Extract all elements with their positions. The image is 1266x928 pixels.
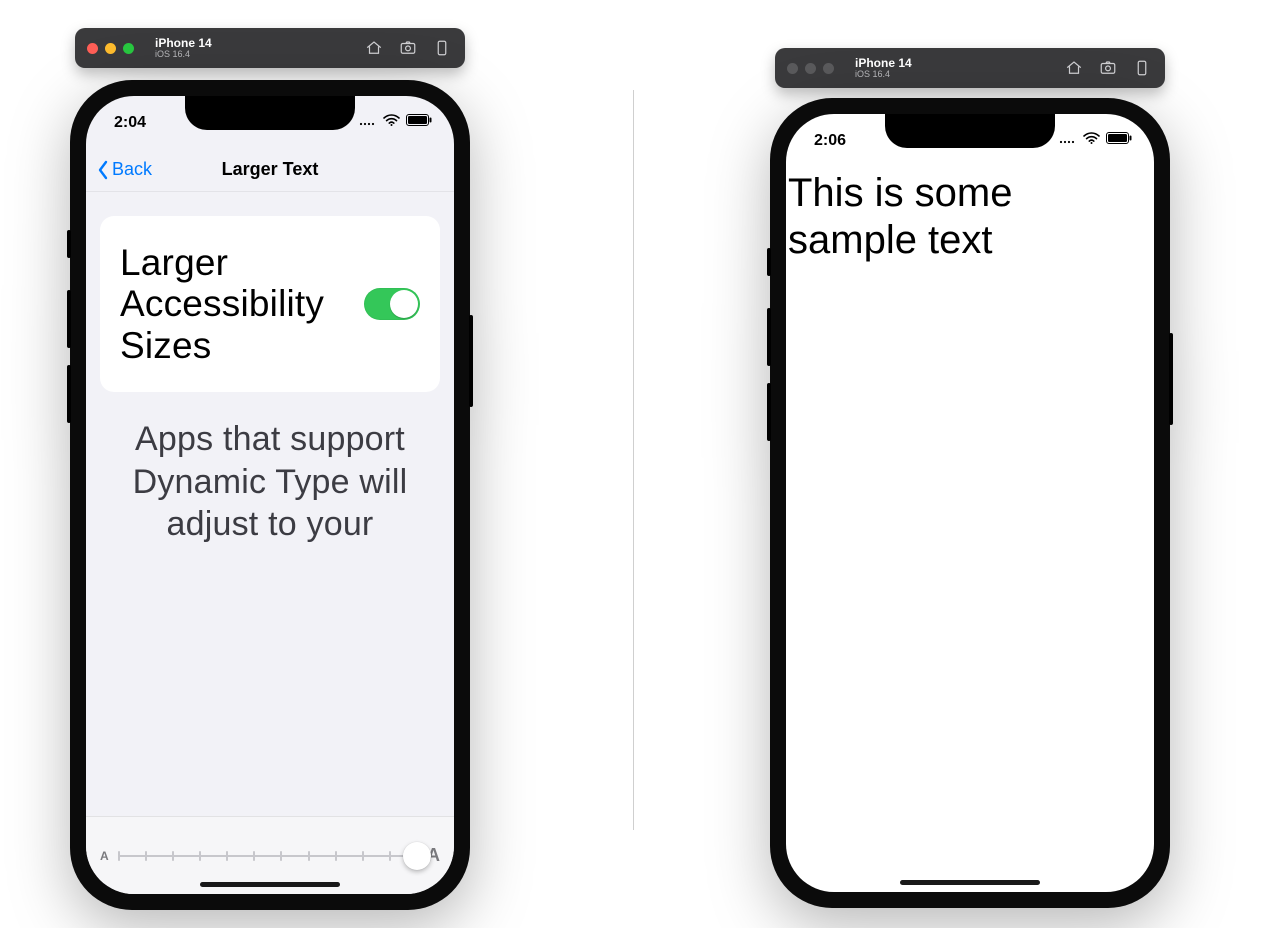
nav-bar: Back Larger Text xyxy=(86,148,454,192)
rotate-icon[interactable] xyxy=(433,39,451,57)
simulator-os-version: iOS 16.4 xyxy=(855,70,912,79)
slider-tick xyxy=(118,851,120,861)
volume-up-button xyxy=(767,308,771,366)
slider-tick xyxy=(362,851,364,861)
wifi-icon xyxy=(383,114,400,126)
status-time: 2:06 xyxy=(814,132,846,150)
cellular-icon xyxy=(1059,132,1077,144)
iphone-simulator-right: 2:06 This is some sample text xyxy=(770,98,1170,908)
traffic-max-icon[interactable] xyxy=(823,63,834,74)
larger-sizes-label: Larger Accessi­bility Sizes xyxy=(120,242,340,366)
settings-content[interactable]: Larger Accessi­bility Sizes Apps that su… xyxy=(86,192,454,816)
battery-icon xyxy=(1106,132,1132,144)
home-icon[interactable] xyxy=(1065,59,1083,77)
traffic-close-icon[interactable] xyxy=(787,63,798,74)
traffic-min-icon[interactable] xyxy=(805,63,816,74)
slider-tick xyxy=(389,851,391,861)
chevron-left-icon xyxy=(96,160,110,180)
mute-switch xyxy=(767,248,771,276)
home-indicator[interactable] xyxy=(900,880,1040,885)
larger-sizes-cell: Larger Accessi­bility Sizes xyxy=(100,216,440,392)
slider-tick xyxy=(280,851,282,861)
side-button xyxy=(469,315,473,407)
notch xyxy=(885,114,1055,148)
slider-tick xyxy=(253,851,255,861)
home-icon[interactable] xyxy=(365,39,383,57)
small-a-icon: A xyxy=(100,849,109,863)
side-button xyxy=(1169,333,1173,425)
slider-tick xyxy=(172,851,174,861)
volume-up-button xyxy=(67,290,71,348)
cellular-icon xyxy=(359,114,377,126)
simulator-device-name: iPhone 14 xyxy=(155,37,212,50)
larger-sizes-toggle[interactable] xyxy=(364,288,420,320)
slider-tick xyxy=(226,851,228,861)
traffic-max-icon[interactable] xyxy=(123,43,134,54)
text-size-slider[interactable] xyxy=(119,842,417,870)
simulator-titlebar-right[interactable]: iPhone 14 iOS 16.4 xyxy=(775,48,1165,88)
slider-tick xyxy=(308,851,310,861)
slider-tick xyxy=(335,851,337,861)
vertical-divider xyxy=(633,90,634,830)
home-indicator[interactable] xyxy=(200,882,340,887)
wifi-icon xyxy=(1083,132,1100,144)
back-label: Back xyxy=(112,159,152,180)
traffic-min-icon[interactable] xyxy=(105,43,116,54)
sample-text-label: This is some sample text xyxy=(786,170,1154,264)
screenshot-icon[interactable] xyxy=(399,39,417,57)
back-button[interactable]: Back xyxy=(86,159,152,180)
slider-tick xyxy=(199,851,201,861)
traffic-close-icon[interactable] xyxy=(87,43,98,54)
mute-switch xyxy=(67,230,71,258)
notch xyxy=(185,96,355,130)
iphone-simulator-left: 2:04 Back Larger Text Larger Accessi­bi xyxy=(70,80,470,910)
dynamic-type-footer: Apps that support Dynamic Type will adju… xyxy=(124,418,416,546)
battery-icon xyxy=(406,114,432,126)
simulator-device-name: iPhone 14 xyxy=(855,57,912,70)
simulator-titlebar-left[interactable]: iPhone 14 iOS 16.4 xyxy=(75,28,465,68)
slider-tick xyxy=(145,851,147,861)
simulator-os-version: iOS 16.4 xyxy=(155,50,212,59)
screenshot-icon[interactable] xyxy=(1099,59,1117,77)
volume-down-button xyxy=(767,383,771,441)
status-time: 2:04 xyxy=(114,114,146,132)
rotate-icon[interactable] xyxy=(1133,59,1151,77)
slider-thumb[interactable] xyxy=(403,842,431,870)
volume-down-button xyxy=(67,365,71,423)
